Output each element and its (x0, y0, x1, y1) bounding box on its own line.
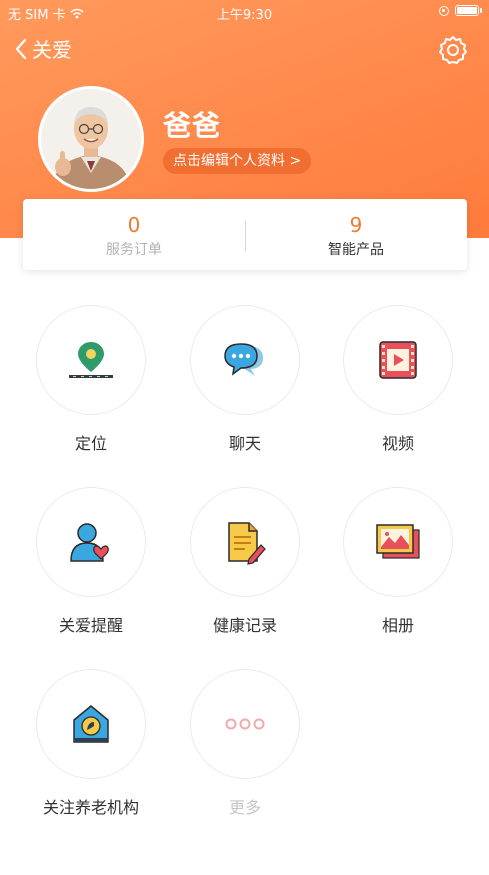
grid-item-care-reminder[interactable]: 关爱提醒 (26, 487, 156, 657)
status-bar: 无 SIM 卡 上午9:30 (0, 0, 489, 26)
nav-bar: 关爱 (0, 30, 489, 70)
grid-item-photo-album[interactable]: 相册 (333, 487, 463, 657)
orientation-lock-icon (439, 5, 449, 16)
grid-item-video[interactable]: 视频 (333, 305, 463, 475)
chevron-left-icon (15, 38, 27, 59)
more-dots-icon (225, 718, 265, 730)
grid-item-health-record[interactable]: 健康记录 (180, 487, 310, 657)
photo-album-icon (376, 524, 420, 559)
avatar[interactable] (38, 86, 144, 192)
grid-item-label: 聊天 (228, 434, 261, 453)
battery-icon (455, 5, 482, 16)
stat-label: 智能产品 (328, 242, 384, 258)
profile-name: 爸爸 (163, 109, 222, 142)
grid-item-label: 关注养老机构 (42, 798, 139, 817)
grid-item-chat[interactable]: 聊天 (180, 305, 310, 475)
grid-item-more[interactable]: 更多 (180, 669, 310, 839)
grid-item-label: 视频 (381, 434, 414, 453)
stat-value: 0 (127, 213, 141, 237)
edit-profile-button[interactable]: 点击编辑个人资料 > (163, 148, 312, 174)
gear-icon[interactable] (437, 34, 469, 66)
health-record-icon (228, 522, 266, 565)
location-pin-icon (69, 342, 113, 378)
grid-item-location[interactable]: 定位 (26, 305, 156, 475)
back-button[interactable]: 关爱 (14, 34, 72, 63)
back-button-label: 关爱 (32, 38, 72, 62)
grid-item-label: 健康记录 (212, 616, 277, 635)
grid-item-label: 关爱提醒 (58, 616, 123, 635)
stat-value: 9 (349, 213, 363, 237)
chat-bubble-icon (224, 343, 263, 376)
care-reminder-icon (70, 523, 109, 562)
stat-service-orders[interactable]: 0 服务订单 (23, 199, 245, 270)
stats-card: 0 服务订单 9 智能产品 (23, 199, 467, 270)
grid-item-label: 相册 (381, 616, 414, 635)
nursing-home-icon (73, 705, 109, 743)
grid-item-label: 更多 (228, 798, 261, 817)
grid-item-label: 定位 (74, 434, 107, 453)
grid-item-nursing-home[interactable]: 关注养老机构 (26, 669, 156, 839)
stat-label: 服务订单 (106, 242, 162, 258)
stat-smart-products[interactable]: 9 智能产品 (245, 199, 467, 270)
status-time: 上午9:30 (216, 8, 273, 23)
elderly-man-avatar-image (41, 89, 141, 189)
video-film-icon (379, 341, 417, 379)
